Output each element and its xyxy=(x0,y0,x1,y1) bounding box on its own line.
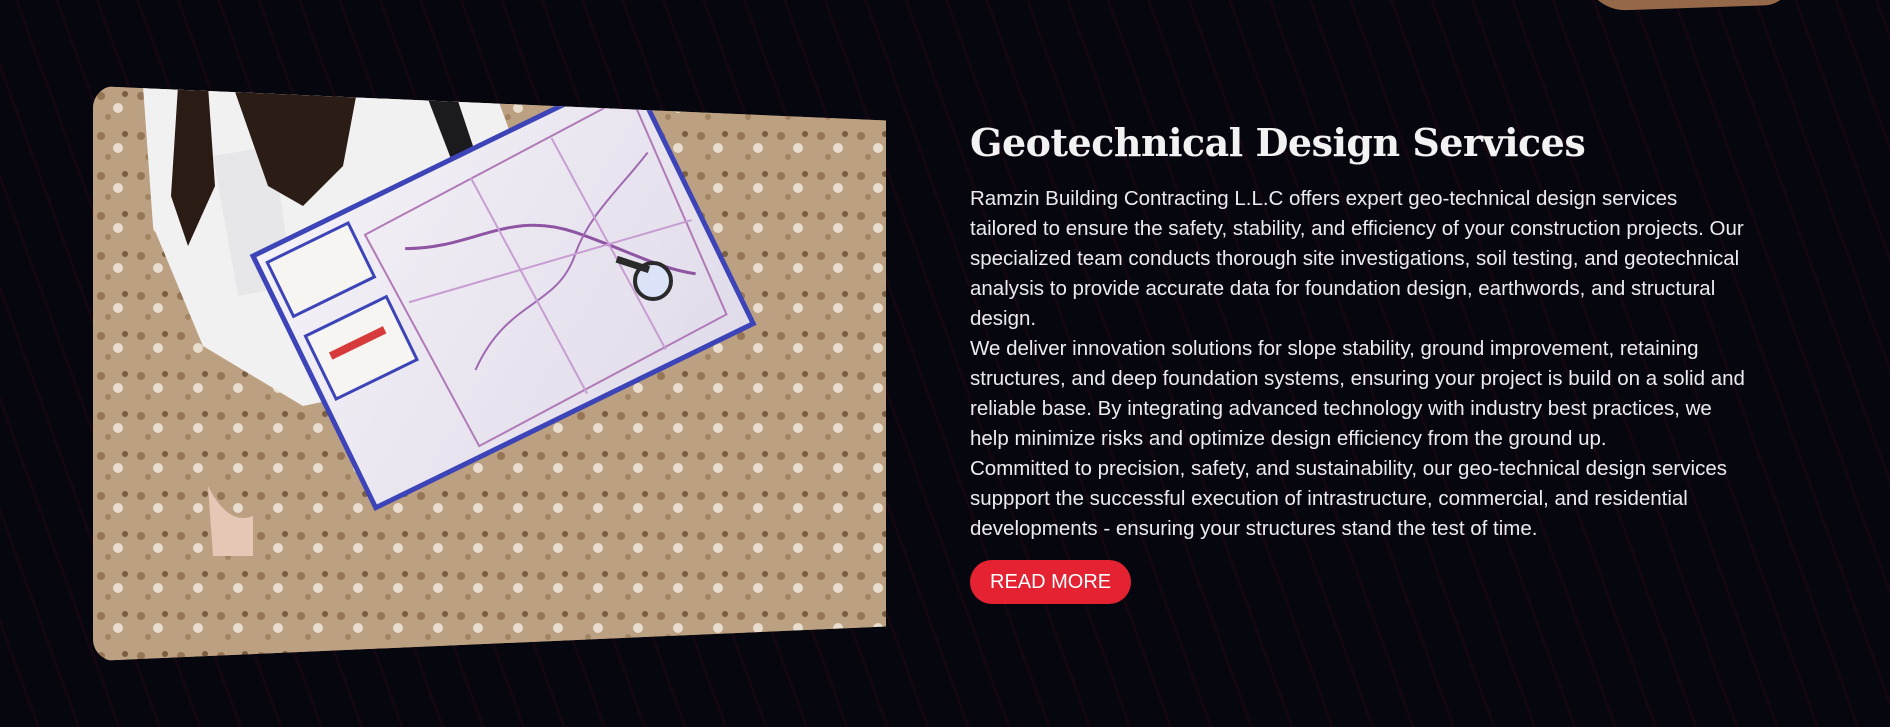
paragraph-commitment: Committed to precision, safety, and sust… xyxy=(970,457,1727,540)
geotechnical-section: Geotechnical Design Services Ramzin Buil… xyxy=(0,0,1890,727)
content-column: Geotechnical Design Services Ramzin Buil… xyxy=(970,118,1750,604)
section-title: Geotechnical Design Services xyxy=(970,120,1586,165)
photo-illustration xyxy=(93,86,886,661)
read-more-button[interactable]: READ MORE xyxy=(970,560,1132,604)
paragraph-intro: Ramzin Building Contracting L.L.C offers… xyxy=(970,187,1744,330)
feature-photo xyxy=(93,86,886,661)
paragraph-solutions: We deliver innovation solutions for slop… xyxy=(970,337,1745,450)
